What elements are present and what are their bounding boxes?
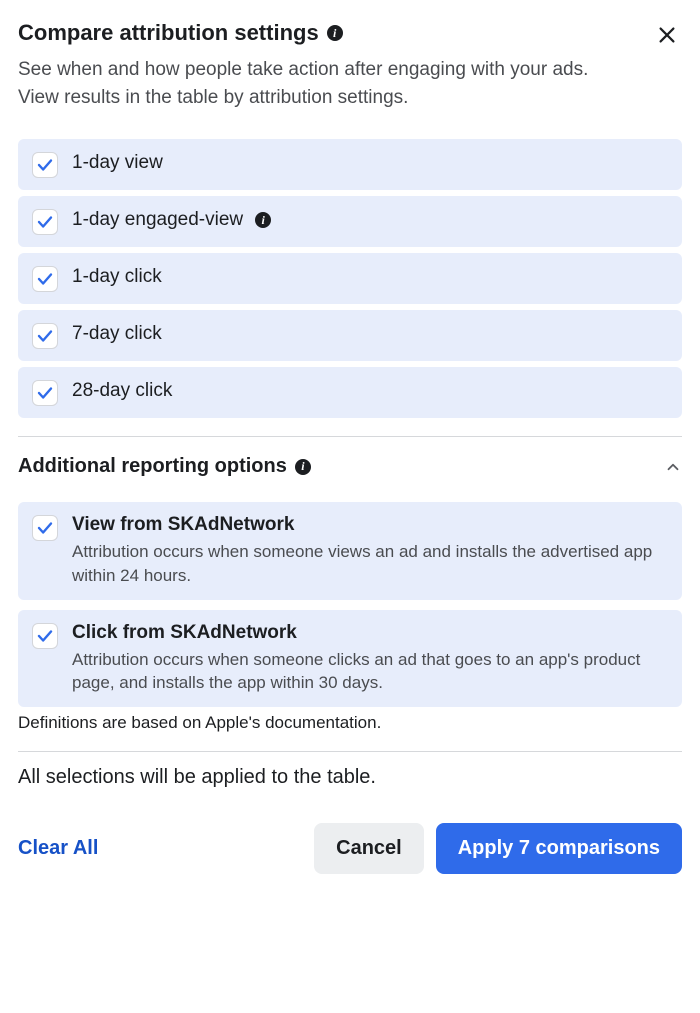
check-icon (36, 327, 54, 345)
option-label: 28-day click (72, 380, 172, 402)
check-icon (36, 627, 54, 645)
option-description: Attribution occurs when someone clicks a… (72, 648, 668, 696)
option-1-day-click[interactable]: 1-day click (18, 253, 682, 304)
option-view-skadnetwork[interactable]: View from SKAdNetwork Attribution occurs… (18, 502, 682, 600)
option-28-day-click[interactable]: 28-day click (18, 367, 682, 418)
info-icon[interactable]: i (295, 459, 311, 475)
option-label: 7-day click (72, 323, 162, 345)
checkbox[interactable] (32, 323, 58, 349)
divider (18, 751, 682, 752)
option-title: View from SKAdNetwork (72, 514, 668, 536)
checkbox[interactable] (32, 515, 58, 541)
option-title: Click from SKAdNetwork (72, 622, 668, 644)
cancel-button[interactable]: Cancel (314, 823, 424, 874)
check-icon (36, 270, 54, 288)
option-1-day-engaged-view[interactable]: 1-day engaged-view i (18, 196, 682, 247)
additional-options-toggle[interactable]: Additional reporting options i (18, 451, 682, 488)
option-label: 1-day view (72, 152, 163, 174)
checkbox[interactable] (32, 623, 58, 649)
attribution-options-list: 1-day view 1-day engaged-view i 1-day cl… (18, 139, 682, 418)
option-click-skadnetwork[interactable]: Click from SKAdNetwork Attribution occur… (18, 610, 682, 708)
info-icon[interactable]: i (255, 212, 271, 228)
additional-note: Definitions are based on Apple's documen… (18, 713, 682, 733)
option-description: Attribution occurs when someone views an… (72, 540, 668, 588)
checkbox[interactable] (32, 266, 58, 292)
option-1-day-view[interactable]: 1-day view (18, 139, 682, 190)
apply-button[interactable]: Apply 7 comparisons (436, 823, 682, 874)
checkbox[interactable] (32, 152, 58, 178)
close-icon (656, 24, 678, 46)
additional-options-list: View from SKAdNetwork Attribution occurs… (18, 502, 682, 707)
divider (18, 436, 682, 437)
check-icon (36, 384, 54, 402)
option-7-day-click[interactable]: 7-day click (18, 310, 682, 361)
section-title: Additional reporting options (18, 455, 287, 478)
checkbox[interactable] (32, 209, 58, 235)
dialog-title: Compare attribution settings (18, 20, 319, 46)
option-label: 1-day click (72, 266, 162, 288)
clear-all-button[interactable]: Clear All (18, 837, 98, 860)
info-icon[interactable]: i (327, 25, 343, 41)
check-icon (36, 213, 54, 231)
option-label: 1-day engaged-view (72, 209, 243, 231)
summary-text: All selections will be applied to the ta… (18, 766, 682, 789)
check-icon (36, 156, 54, 174)
chevron-up-icon (664, 458, 682, 476)
close-button[interactable] (652, 20, 682, 50)
dialog-subtitle: See when and how people take action afte… (18, 56, 628, 111)
check-icon (36, 519, 54, 537)
checkbox[interactable] (32, 380, 58, 406)
